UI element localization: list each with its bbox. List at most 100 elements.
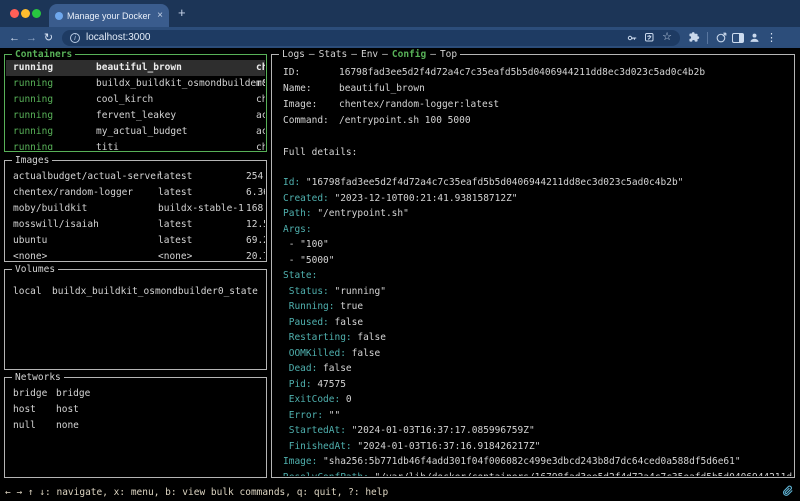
container-row[interactable]: running buildx_buildkit_osmondbuilder0 m… <box>6 76 265 92</box>
traffic-light-close-icon[interactable] <box>10 9 19 18</box>
config-value: "2023-12-10T00:21:41.938158712Z" <box>329 193 518 204</box>
extension-icon[interactable] <box>715 31 728 44</box>
config-key: Restarting: <box>283 332 352 343</box>
image-tag: latest <box>158 217 246 233</box>
config-line: Dead: false <box>283 361 793 377</box>
image-size: 12.58M <box>246 217 265 233</box>
network-row[interactable]: host host <box>6 402 265 418</box>
volumes-panel: Volumes local buildx_buildkit_osmondbuil… <box>4 269 267 370</box>
volume-driver: local <box>13 284 52 300</box>
close-tab-icon[interactable]: × <box>157 10 163 21</box>
container-name: my_actual_budget <box>96 124 256 140</box>
bookmark-star-icon[interactable]: ☆ <box>662 32 672 43</box>
image-tag: latest <box>158 233 246 249</box>
container-row[interactable]: running titi che <box>6 140 265 150</box>
config-value: "2024-01-03T16:37:17.085996759Z" <box>346 425 535 436</box>
config-value: 0 <box>340 394 351 405</box>
config-value: - "100" <box>283 239 329 250</box>
forward-icon[interactable]: → <box>25 32 38 44</box>
config-key: Error: <box>283 410 323 421</box>
config-key: Image: <box>283 456 317 467</box>
side-panel-icon[interactable] <box>732 33 744 43</box>
config-content: ID:16798fad3ee5d2f4d72a4c7c35eafd5b5d040… <box>273 56 793 476</box>
container-row[interactable]: running beautiful_brown che <box>6 60 265 76</box>
summary-row: Image:chentex/random-logger:latest <box>283 97 793 113</box>
password-key-icon[interactable] <box>626 32 638 44</box>
image-size: 69.27M <box>246 233 265 249</box>
container-status: running <box>13 76 96 92</box>
summary-row: Command:/entrypoint.sh 100 5000 <box>283 113 793 129</box>
network-driver: bridge <box>13 386 56 402</box>
config-key: Path: <box>283 208 312 219</box>
container-status: running <box>13 92 96 108</box>
back-icon[interactable]: ← <box>8 32 21 44</box>
container-row[interactable]: running cool_kirch che <box>6 92 265 108</box>
browser-tab[interactable]: Manage your Docker fleet wi × <box>49 4 169 27</box>
network-row[interactable]: bridge bridge <box>6 386 265 402</box>
config-value: true <box>334 301 363 312</box>
summary-key: Name: <box>283 81 339 97</box>
image-size: 6.36MB <box>246 185 265 201</box>
summary-key: Command: <box>283 113 339 129</box>
image-tag: <none> <box>158 249 246 260</box>
config-line: OOMKilled: false <box>283 346 793 362</box>
network-driver: null <box>13 418 56 434</box>
container-row[interactable]: running my_actual_budget act <box>6 124 265 140</box>
volume-row[interactable]: local buildx_buildkit_osmondbuilder0_sta… <box>6 284 265 300</box>
translate-icon[interactable] <box>644 32 656 44</box>
config-value: "/var/lib/docker/containers/16798fad3ee5… <box>369 472 793 477</box>
image-row[interactable]: chentex/random-logger latest 6.36MB <box>6 185 265 201</box>
container-name: buildx_buildkit_osmondbuilder0 <box>96 76 256 92</box>
config-line: State: <box>283 268 793 284</box>
config-line: Image: "sha256:5b771db46f4add301f04f0060… <box>283 454 793 470</box>
config-line: Path: "/entrypoint.sh" <box>283 206 793 222</box>
menu-dots-icon[interactable]: ⋮ <box>765 31 778 44</box>
config-line: Args: <box>283 222 793 238</box>
config-line: Status: "running" <box>283 284 793 300</box>
image-row[interactable]: actualbudget/actual-server latest 254.96 <box>6 169 265 185</box>
browser-window: Manage your Docker fleet wi × + ← → ↻ i … <box>0 0 800 501</box>
url-text: localhost:3000 <box>86 32 151 43</box>
config-value: 47575 <box>312 379 346 390</box>
config-key: ResolvConfPath: <box>283 472 369 477</box>
config-value: "2024-01-03T16:37:16.918426217Z" <box>352 441 541 452</box>
image-name: actualbudget/actual-server <box>13 169 158 185</box>
image-name: mosswill/isaiah <box>13 217 158 233</box>
config-key: Dead: <box>283 363 317 374</box>
site-info-icon[interactable]: i <box>70 33 80 43</box>
config-line: - "100" <box>283 237 793 253</box>
image-row[interactable]: moby/buildkit buildx-stable-1 168.13 <box>6 201 265 217</box>
container-name: titi <box>96 140 256 150</box>
full-details-label: Full details: <box>283 145 793 161</box>
container-image: che <box>256 92 265 108</box>
network-name: none <box>56 418 265 434</box>
link-icon[interactable] <box>782 485 794 500</box>
container-image: act <box>256 124 265 140</box>
profile-avatar-icon[interactable] <box>748 31 761 44</box>
image-row[interactable]: mosswill/isaiah latest 12.58M <box>6 217 265 233</box>
container-image: che <box>256 140 265 150</box>
network-row[interactable]: null none <box>6 418 265 434</box>
config-line: Running: true <box>283 299 793 315</box>
toolbar-divider <box>707 32 708 44</box>
config-line: ResolvConfPath: "/var/lib/docker/contain… <box>283 470 793 477</box>
config-line: Error: "" <box>283 408 793 424</box>
traffic-light-minimize-icon[interactable] <box>21 9 30 18</box>
image-row[interactable]: ubuntu latest 69.27M <box>6 233 265 249</box>
extensions-puzzle-icon[interactable] <box>687 31 700 44</box>
config-value: false <box>352 332 386 343</box>
summary-value: 16798fad3ee5d2f4d72a4c7c35eafd5b5d040694… <box>339 65 793 81</box>
config-key: Running: <box>283 301 334 312</box>
config-key: ExitCode: <box>283 394 340 405</box>
config-key: StartedAt: <box>283 425 346 436</box>
new-tab-icon[interactable]: + <box>178 5 186 20</box>
url-bar[interactable]: i localhost:3000 ☆ <box>62 30 680 46</box>
config-key: Args: <box>283 224 312 235</box>
traffic-light-zoom-icon[interactable] <box>32 9 41 18</box>
image-name: <none> <box>13 249 158 260</box>
tab-favicon-icon <box>55 12 63 20</box>
container-row[interactable]: running fervent_leakey act <box>6 108 265 124</box>
reload-icon[interactable]: ↻ <box>42 31 55 44</box>
config-value: - "5000" <box>283 255 334 266</box>
image-row[interactable]: <none> <none> 20.73M <box>6 249 265 260</box>
